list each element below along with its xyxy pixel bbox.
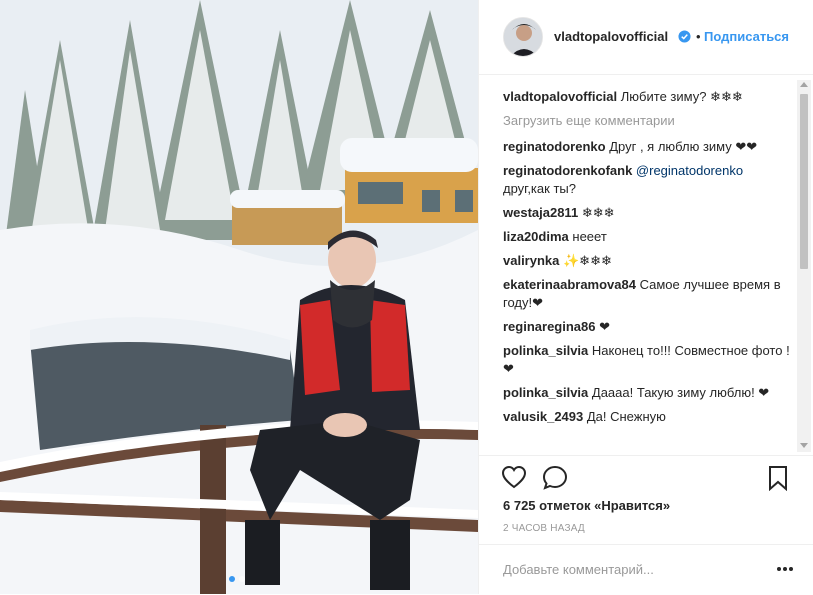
caption-text: Любите зиму? ❄❄❄ [620, 89, 743, 104]
comment-item: liza20dima нееет [503, 228, 793, 246]
follow-button[interactable]: Подписаться [704, 29, 789, 44]
comment-item: reginatodorenkofank @reginatodorenko дру… [503, 162, 793, 198]
add-comment-input[interactable] [503, 559, 753, 579]
author-username[interactable]: vladtopalovofficial [554, 29, 668, 44]
more-options-icon[interactable] [775, 561, 795, 577]
comment-text: ❄❄❄ [581, 205, 615, 220]
comment-text: ✨❄❄❄ [563, 253, 612, 268]
comment-text: друг,как ты? [503, 181, 576, 196]
likes-count: 6 725 [503, 498, 536, 513]
post-sidebar: vladtopalovofficial • Подписаться vladto… [478, 0, 813, 594]
comments-list: vladtopalovofficial Любите зиму? ❄❄❄ Заг… [503, 88, 793, 448]
scrollbar-thumb[interactable] [800, 94, 808, 269]
comment-author[interactable]: westaja2811 [503, 205, 578, 220]
carousel-indicator [229, 576, 245, 582]
comment-text: ❤ [599, 319, 611, 334]
heart-icon[interactable] [501, 465, 527, 491]
comment-author[interactable]: liza20dima [503, 229, 569, 244]
post-photo[interactable] [0, 0, 478, 594]
comment-author[interactable]: ekaterinaabramova84 [503, 277, 636, 292]
add-comment-section [479, 544, 813, 595]
comment-mention-link[interactable]: @reginatodorenko [636, 163, 743, 178]
comment-author[interactable]: valirynka [503, 253, 559, 268]
comment-item: valirynka ✨❄❄❄ [503, 252, 793, 270]
verified-badge-icon [678, 30, 691, 43]
comment-author[interactable]: valusik_2493 [503, 409, 583, 424]
comment-author[interactable]: polinka_silvia [503, 385, 588, 400]
likes-label: отметок «Нравится» [539, 498, 671, 513]
load-more-comments-button[interactable]: Загрузить еще комментарии [503, 112, 793, 130]
avatar-image [504, 18, 542, 56]
post-actions [479, 455, 813, 500]
author-avatar[interactable] [503, 17, 543, 57]
scroll-up-arrow-icon[interactable] [800, 82, 808, 87]
bookmark-icon[interactable] [765, 465, 791, 491]
scroll-down-arrow-icon[interactable] [800, 443, 808, 448]
comment-author[interactable]: reginatodorenkofank [503, 163, 632, 178]
post-timestamp[interactable]: 2 часов назад [503, 523, 585, 534]
comment-item: reginaregina86 ❤ [503, 318, 793, 336]
comment-text: Друг , я люблю зиму ❤❤ [609, 139, 758, 154]
comment-item: polinka_silvia Наконец то!!! Совместное … [503, 342, 793, 378]
post-header: vladtopalovofficial • Подписаться [479, 0, 813, 75]
comment-text: нееет [572, 229, 607, 244]
carousel-dot[interactable] [239, 576, 245, 582]
comment-text: Даааа! Такую зиму люблю! ❤ [591, 385, 770, 400]
comment-text: Да! Снежную [586, 409, 666, 424]
carousel-dot-active [229, 576, 235, 582]
comment-author[interactable]: polinka_silvia [503, 343, 588, 358]
comment-author[interactable]: reginatodorenko [503, 139, 606, 154]
comment-author[interactable]: reginaregina86 [503, 319, 596, 334]
comment-item: westaja2811 ❄❄❄ [503, 204, 793, 222]
comment-icon[interactable] [542, 465, 568, 491]
comment-item: polinka_silvia Даааа! Такую зиму люблю! … [503, 384, 793, 402]
caption: vladtopalovofficial Любите зиму? ❄❄❄ [503, 88, 793, 106]
comment-item: ekaterinaabramova84 Самое лучшее время в… [503, 276, 793, 312]
comments-scrollbar[interactable] [797, 80, 811, 452]
caption-author[interactable]: vladtopalovofficial [503, 89, 617, 104]
header-separator: • [696, 29, 701, 44]
comment-item: reginatodorenko Друг , я люблю зиму ❤❤ [503, 138, 793, 156]
comment-item: valusik_2493 Да! Снежную [503, 408, 793, 426]
winter-scene-image [0, 0, 478, 594]
likes-counter[interactable]: 6 725 отметок «Нравится» [503, 498, 670, 513]
